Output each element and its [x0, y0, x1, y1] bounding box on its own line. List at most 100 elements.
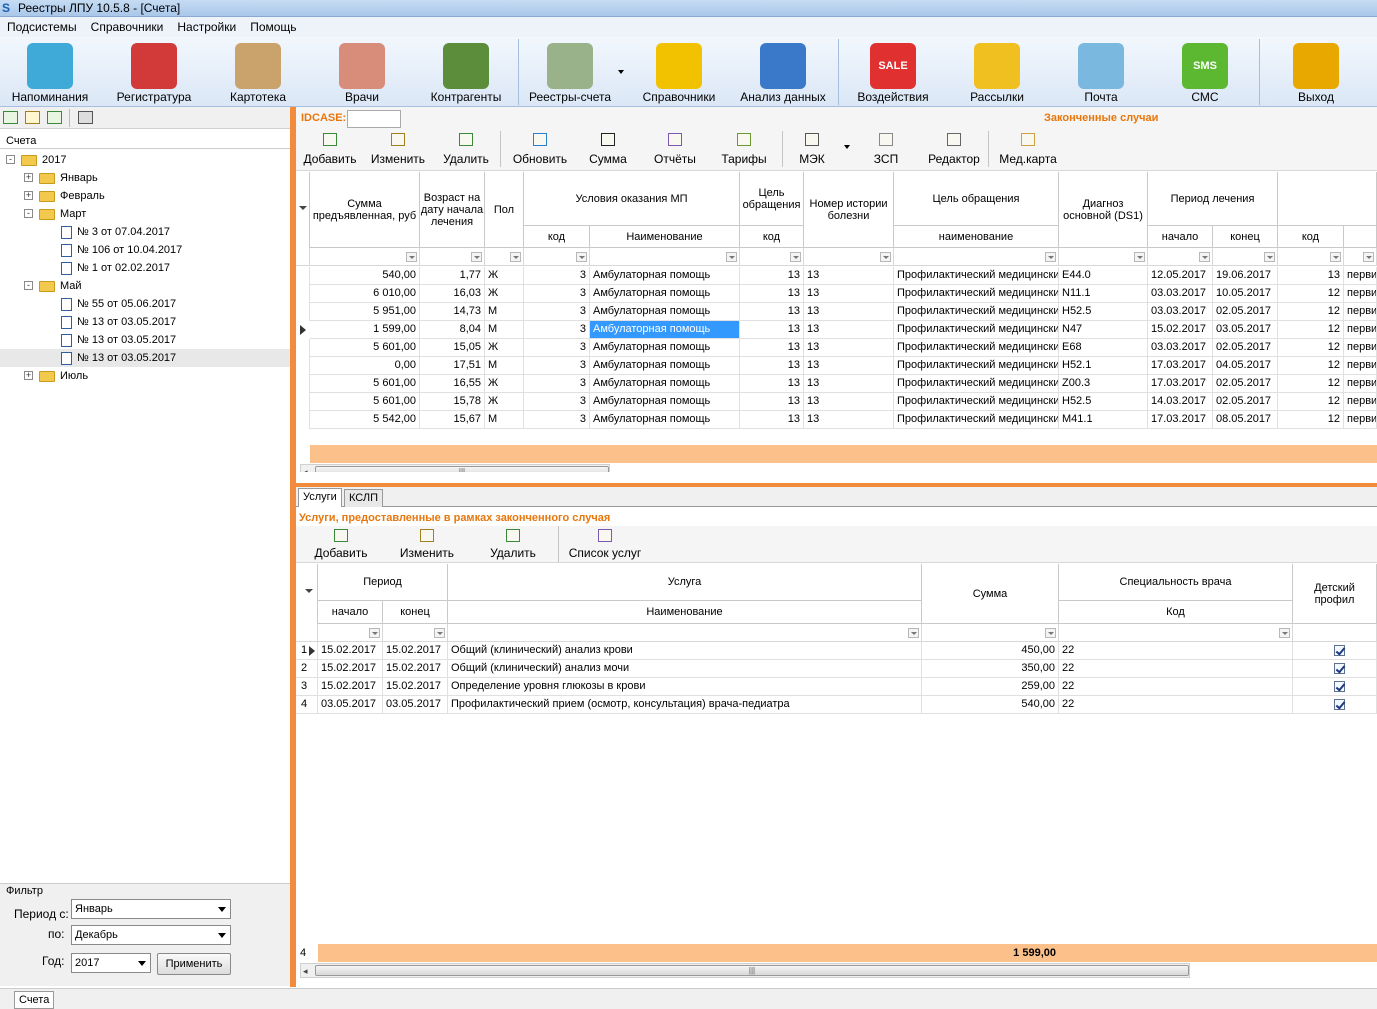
grid-cell[interactable]: первич — [1344, 267, 1377, 285]
col-diagnosis[interactable]: Диагноз основной (DS1) — [1059, 172, 1148, 248]
grid-cell[interactable]: 03.05.2017 — [1213, 321, 1278, 339]
grid-cell[interactable]: 8,04 — [420, 321, 485, 339]
tree-account[interactable]: № 106 от 10.04.2017 — [61, 241, 182, 259]
col-conditions-name[interactable]: Наименование — [590, 226, 740, 248]
filter-dropdown-icon[interactable] — [1264, 252, 1275, 262]
filter-cell[interactable] — [1059, 248, 1148, 266]
grid-cell[interactable]: Профилактический медицински — [894, 321, 1059, 339]
grid-cell[interactable]: 12 — [1278, 339, 1344, 357]
grid-cell[interactable]: 22 — [1059, 678, 1293, 696]
tree-folder[interactable]: Май — [39, 277, 82, 295]
tree-account[interactable]: № 1 от 02.02.2017 — [61, 259, 170, 277]
filter-dropdown-icon[interactable] — [369, 628, 380, 638]
toolbar-button-9[interactable]: Редактор — [920, 133, 988, 166]
grid-cell[interactable]: Профилактический медицински — [894, 339, 1059, 357]
grid-cell[interactable]: N47 — [1059, 321, 1148, 339]
grid-cell[interactable]: 13 — [804, 267, 894, 285]
ribbon-button-6[interactable]: Справочники — [631, 37, 727, 107]
grid-cell[interactable]: 1 599,00 — [310, 321, 420, 339]
grid-cell[interactable]: 13 — [740, 375, 804, 393]
grid-cell[interactable]: 13 — [740, 357, 804, 375]
filter-dropdown-icon[interactable] — [1045, 252, 1056, 262]
ribbon-button-3[interactable]: Врачи — [312, 37, 412, 107]
grid-cell[interactable]: 13 — [804, 411, 894, 429]
grid-cell[interactable]: 540,00 — [310, 267, 420, 285]
grid-cell[interactable]: 15.02.2017 — [1148, 321, 1213, 339]
grid-cell[interactable]: 03.05.2017 — [383, 696, 448, 714]
grid-cell[interactable]: 6 010,00 — [310, 285, 420, 303]
grid-cell[interactable]: Ж — [485, 285, 524, 303]
grid-cell[interactable]: Амбулаторная помощь — [590, 393, 740, 411]
expand-toggle-icon[interactable]: + — [24, 173, 33, 182]
grid-cell[interactable]: 16,55 — [420, 375, 485, 393]
col-purpose-name[interactable]: наименование — [894, 226, 1059, 248]
grid-cell[interactable]: 13 — [1278, 267, 1344, 285]
grid-cell[interactable]: 03.03.2017 — [1148, 339, 1213, 357]
filter-cell[interactable] — [296, 624, 318, 642]
col-purpose[interactable]: Цель обращения — [894, 172, 1059, 226]
ribbon-button-1[interactable]: Регистратура — [104, 37, 204, 107]
grid-cell[interactable]: 15.02.2017 — [318, 660, 383, 678]
filter-dropdown-icon[interactable] — [406, 252, 417, 262]
menu-item-3[interactable]: Помощь — [243, 17, 303, 37]
grid-cell[interactable]: 14.03.2017 — [1148, 393, 1213, 411]
period-to-select[interactable]: Декабрь — [71, 925, 231, 945]
col-age[interactable]: Возраст на дату начала лечения — [420, 172, 485, 248]
grid-cell[interactable]: 15,67 — [420, 411, 485, 429]
grid-cell[interactable]: 15,78 — [420, 393, 485, 411]
print-icon[interactable] — [78, 111, 93, 124]
filter-cell[interactable] — [524, 248, 590, 266]
grid-cell[interactable]: 12 — [1278, 357, 1344, 375]
col-extra[interactable] — [1278, 172, 1377, 226]
grid-cell[interactable]: М — [485, 357, 524, 375]
toolbar-button-10[interactable]: Мед.карта — [994, 133, 1062, 166]
services-button-3[interactable]: Список услуг — [565, 529, 645, 560]
grid-cell[interactable]: первич — [1344, 393, 1377, 411]
grid-cell[interactable]: Профилактический медицински — [894, 411, 1059, 429]
grid-cell[interactable]: 13 — [804, 339, 894, 357]
grid-cell[interactable]: Профилактический медицински — [894, 267, 1059, 285]
filter-cell[interactable] — [310, 248, 420, 266]
tab-services[interactable]: Услуги — [298, 488, 342, 507]
grid-cell[interactable]: первич — [1344, 357, 1377, 375]
grid-cell[interactable]: 14,73 — [420, 303, 485, 321]
grid-cell[interactable]: 12.05.2017 — [1148, 267, 1213, 285]
menu-item-1[interactable]: Справочники — [84, 17, 171, 37]
filter-dropdown-icon[interactable] — [1199, 252, 1210, 262]
grid-cell[interactable]: Профилактический медицински — [894, 303, 1059, 321]
filter-cell[interactable] — [804, 248, 894, 266]
col-goal-code[interactable]: код — [740, 226, 804, 248]
grid-cell[interactable]: 13 — [804, 285, 894, 303]
filter-cell[interactable] — [1293, 624, 1377, 642]
ribbon-button-5[interactable]: Реестры-счета — [520, 37, 620, 107]
col-sum[interactable]: Сумма предъявленная, руб — [310, 172, 420, 248]
grid-cell[interactable]: 0,00 — [310, 357, 420, 375]
edit-account-icon[interactable] — [25, 111, 40, 124]
grid-cell[interactable]: 3 — [524, 321, 590, 339]
child-profile-checkbox[interactable] — [1334, 663, 1345, 674]
grid-cell[interactable]: первич — [1344, 375, 1377, 393]
grid-cell[interactable]: H52.5 — [1059, 303, 1148, 321]
grid-cell[interactable]: 13 — [804, 375, 894, 393]
grid-cell[interactable]: 02.05.2017 — [1213, 393, 1278, 411]
ribbon-button-12[interactable]: Выход — [1266, 37, 1366, 107]
filter-dropdown-icon[interactable] — [434, 628, 445, 638]
col-end[interactable]: конец — [383, 601, 448, 624]
services-hscroll-thumb[interactable]: ||| — [315, 965, 1189, 976]
grid-cell[interactable]: 12 — [1278, 303, 1344, 321]
grid-cell[interactable]: N11.1 — [1059, 285, 1148, 303]
toolbar-button-6[interactable]: Тарифы — [710, 133, 778, 166]
filter-dropdown-icon[interactable] — [576, 252, 587, 262]
grid-cell[interactable]: Ж — [485, 375, 524, 393]
grid-cell[interactable]: 12 — [1278, 375, 1344, 393]
grid-cell[interactable]: 15.02.2017 — [318, 642, 383, 660]
grid-cell[interactable]: Профилактический медицински — [894, 285, 1059, 303]
year-select[interactable]: 2017 — [71, 953, 151, 973]
col-sum[interactable]: Сумма — [922, 564, 1059, 624]
expand-toggle-icon[interactable]: - — [24, 209, 33, 218]
grid-cell[interactable]: Амбулаторная помощь — [590, 339, 740, 357]
col-goal[interactable]: Цель обращения — [740, 172, 804, 226]
grid-cell[interactable]: 13 — [804, 321, 894, 339]
grid-cell[interactable]: 1,77 — [420, 267, 485, 285]
tree-folder[interactable]: Январь — [39, 169, 98, 187]
